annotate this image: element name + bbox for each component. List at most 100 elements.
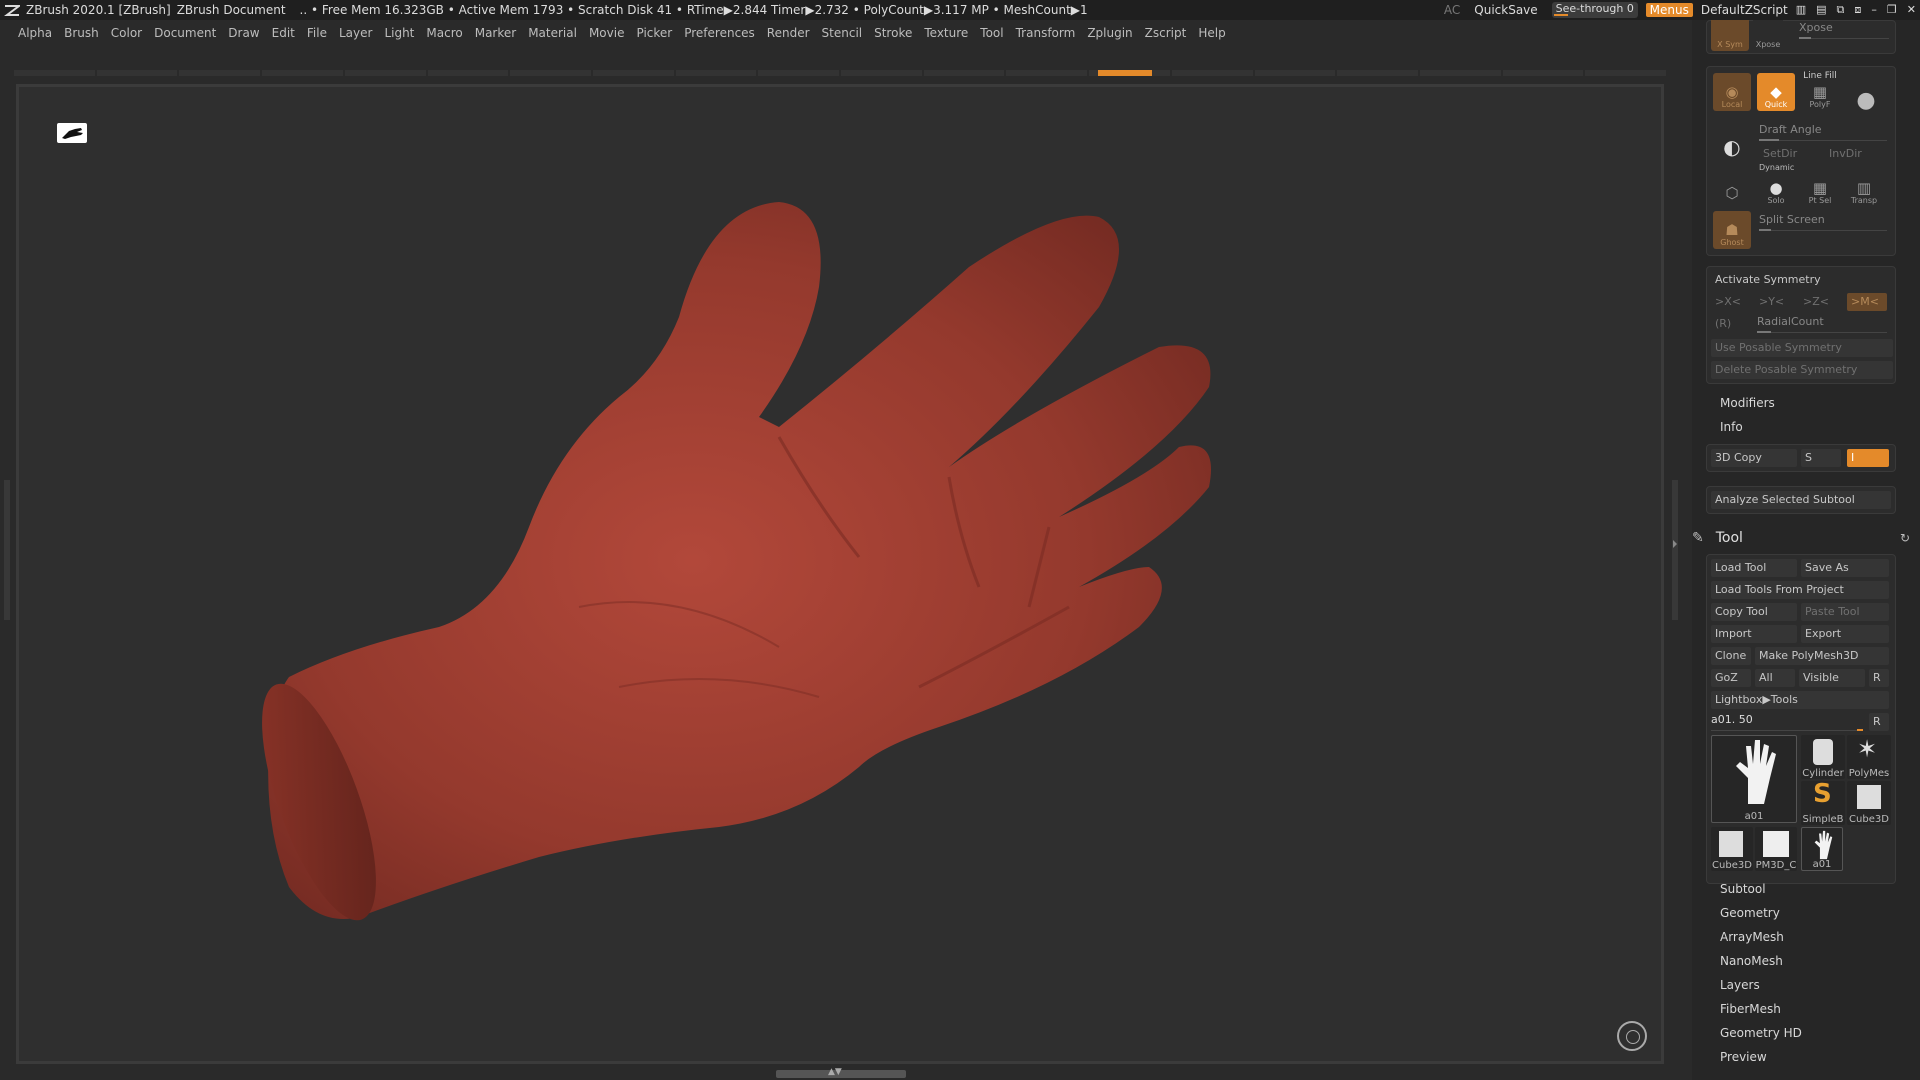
ptsel-button[interactable]: ▦ Pt Sel — [1801, 173, 1839, 207]
sym-radial-r-button[interactable]: (R) — [1711, 315, 1751, 333]
local-button[interactable]: ◉ Local — [1713, 73, 1751, 111]
paste-icon[interactable]: ⧈ — [1854, 3, 1861, 17]
material-sphere-button[interactable]: ● — [1847, 73, 1885, 112]
quick-button[interactable]: ◆ Quick — [1757, 73, 1795, 111]
goz-r-button[interactable]: R — [1869, 669, 1889, 687]
lightbox-tools-button[interactable]: Lightbox▶Tools — [1711, 691, 1889, 709]
menu-stencil[interactable]: Stencil — [818, 26, 871, 40]
delete-posable-symmetry-button[interactable]: Delete Posable Symmetry — [1711, 361, 1893, 379]
invdir-button[interactable]: InvDir — [1825, 145, 1887, 163]
close-icon[interactable]: ✕ — [1907, 3, 1916, 17]
export-button[interactable]: Export — [1801, 625, 1889, 643]
shelf-slot[interactable] — [841, 70, 922, 76]
tool-thumb-cylinder[interactable]: Cylinder — [1801, 735, 1845, 779]
floor-grid-button[interactable]: ◐ — [1713, 119, 1751, 157]
radial-count-slider[interactable]: RadialCount — [1757, 315, 1887, 333]
shelf-slot[interactable] — [675, 70, 757, 76]
bottom-tray-handle[interactable]: ▲▼ — [776, 1067, 906, 1078]
geometry-hd-section[interactable]: Geometry HD — [1720, 1026, 1802, 1040]
use-posable-symmetry-button[interactable]: Use Posable Symmetry — [1711, 339, 1893, 357]
menu-layer[interactable]: Layer — [335, 26, 380, 40]
shelf-slot[interactable] — [179, 70, 261, 76]
see-through-slider[interactable]: See-through 0 — [1551, 2, 1638, 18]
draft-angle-slider[interactable]: Draft Angle — [1759, 123, 1887, 141]
menu-marker[interactable]: Marker — [471, 26, 524, 40]
tool-thumb-cube3d[interactable]: Cube3D — [1847, 781, 1891, 825]
menu-material[interactable]: Material — [524, 26, 585, 40]
menu-transform[interactable]: Transform — [1012, 26, 1084, 40]
geometry-section[interactable]: Geometry — [1720, 906, 1780, 920]
shelf-slot[interactable] — [1585, 70, 1667, 76]
shelf-slot[interactable] — [1006, 70, 1088, 76]
menu-picker[interactable]: Picker — [632, 26, 680, 40]
goz-all-button[interactable]: All — [1755, 669, 1795, 687]
fibermesh-section[interactable]: FiberMesh — [1720, 1002, 1781, 1016]
minimize-icon[interactable]: – — [1871, 3, 1877, 17]
transp-cube-button[interactable]: ⬡ — [1713, 165, 1751, 203]
clone-button[interactable]: Clone — [1711, 647, 1751, 665]
menu-file[interactable]: File — [303, 26, 335, 40]
tool-thumb-a01-small[interactable]: a01 — [1801, 827, 1843, 871]
split-screen-slider[interactable]: Split Screen — [1759, 213, 1887, 231]
layers-section[interactable]: Layers — [1720, 978, 1760, 992]
3d-copy-i-button[interactable]: I — [1847, 449, 1889, 467]
shelf-slot[interactable] — [262, 70, 343, 76]
tool-thumb-pm3d[interactable]: PM3D_C — [1755, 827, 1797, 871]
layout2-icon[interactable]: ▤ — [1816, 3, 1826, 17]
shelf-slot[interactable] — [14, 70, 95, 76]
shelf-slot[interactable] — [923, 70, 1005, 76]
menu-document[interactable]: Document — [150, 26, 224, 40]
preview-section[interactable]: Preview — [1720, 1050, 1767, 1064]
shelf-slot[interactable] — [1171, 70, 1253, 76]
menus-toggle[interactable]: Menus — [1645, 3, 1693, 17]
xsym-button[interactable]: X Sym — [1711, 20, 1749, 51]
shelf-slot[interactable] — [1419, 70, 1501, 76]
save-as-button[interactable]: Save As — [1801, 559, 1889, 577]
import-button[interactable]: Import — [1711, 625, 1797, 643]
sym-y-button[interactable]: >Y< — [1755, 293, 1795, 311]
menu-stroke[interactable]: Stroke — [870, 26, 920, 40]
menu-texture[interactable]: Texture — [920, 26, 976, 40]
solo-button[interactable]: ● Solo — [1757, 173, 1795, 207]
tool-thumb-polymesh[interactable]: ✶ PolyMes — [1847, 735, 1891, 779]
sym-x-button[interactable]: >X< — [1711, 293, 1751, 311]
modifiers-section[interactable]: Modifiers — [1720, 396, 1775, 410]
shelf-slot[interactable] — [427, 70, 509, 76]
ac-toggle[interactable]: AC — [1444, 3, 1460, 17]
load-tools-from-project-button[interactable]: Load Tools From Project — [1711, 581, 1889, 599]
current-tool-r-button[interactable]: R — [1869, 713, 1889, 731]
xpose-button[interactable]: Xpose — [1753, 20, 1783, 51]
sym-z-button[interactable]: >Z< — [1799, 293, 1839, 311]
goz-visible-button[interactable]: Visible — [1799, 669, 1865, 687]
tool-thumb-simplebrush[interactable]: S SimpleB — [1801, 779, 1845, 825]
current-tool-slider[interactable]: a01. 50 — [1711, 713, 1863, 731]
3d-copy-s-button[interactable]: S — [1801, 449, 1841, 467]
shelf-slot[interactable] — [592, 70, 674, 76]
menu-draw[interactable]: Draw — [224, 26, 267, 40]
copy-icon[interactable]: ⧉ — [1837, 3, 1845, 17]
gyro-icon[interactable] — [1617, 1021, 1647, 1051]
shelf-slot[interactable] — [1502, 70, 1584, 76]
make-polymesh3d-button[interactable]: Make PolyMesh3D — [1755, 647, 1889, 665]
shelf-slot[interactable] — [510, 70, 591, 76]
menu-zplugin[interactable]: Zplugin — [1083, 26, 1140, 40]
tool-palette-header[interactable]: ✎ Tool ↻ — [1692, 526, 1920, 550]
setdir-button[interactable]: SetDir — [1759, 145, 1821, 163]
refresh-icon[interactable]: ↻ — [1900, 531, 1910, 545]
canvas-viewport[interactable] — [16, 84, 1664, 1064]
tool-thumb-cube3d-2[interactable]: Cube3D — [1711, 827, 1753, 871]
polyf-button[interactable]: Line Fill ▦ PolyF — [1801, 71, 1839, 111]
right-tray-handle[interactable] — [1672, 480, 1678, 620]
goz-button[interactable]: GoZ — [1711, 669, 1751, 687]
menu-help[interactable]: Help — [1194, 26, 1233, 40]
left-tray-handle[interactable] — [4, 480, 10, 620]
tool-thumb-a01-large[interactable]: a01 — [1711, 735, 1797, 823]
shelf-slot[interactable] — [344, 70, 426, 76]
shelf-slot[interactable] — [758, 70, 840, 76]
shelf-slot[interactable] — [1254, 70, 1336, 76]
arraymesh-section[interactable]: ArrayMesh — [1720, 930, 1784, 944]
ghost-button[interactable]: ☗ Ghost — [1713, 211, 1751, 249]
load-tool-button[interactable]: Load Tool — [1711, 559, 1797, 577]
hand-sculpt-mesh[interactable] — [19, 87, 1664, 1064]
menu-render[interactable]: Render — [763, 26, 818, 40]
